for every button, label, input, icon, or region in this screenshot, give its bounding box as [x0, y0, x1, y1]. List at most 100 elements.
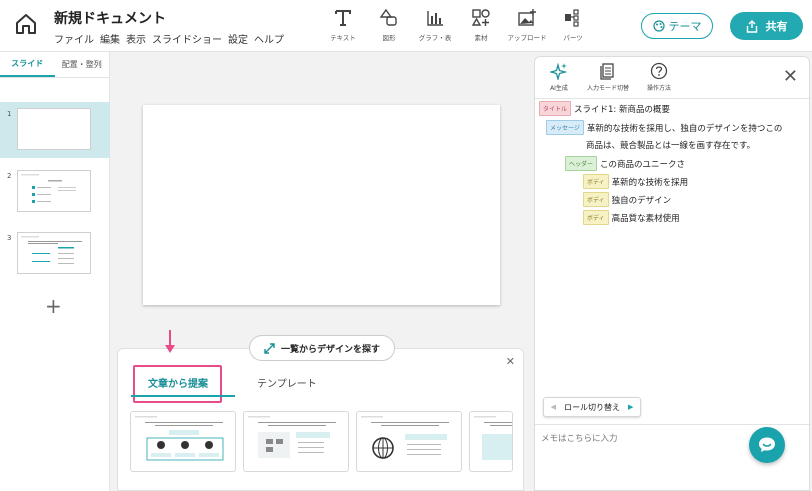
outline-text[interactable]: 革新的な技術を採用	[612, 176, 689, 188]
tab-arrange[interactable]: 配置・整列	[55, 52, 110, 77]
design-card[interactable]	[469, 411, 513, 472]
design-cards	[130, 411, 513, 472]
thumbnail-preview	[21, 236, 82, 264]
outline-text[interactable]: 商品は、競合製品とは一線を画す存在です。	[586, 139, 755, 151]
chat-support-button[interactable]	[749, 427, 785, 463]
role-tag-body[interactable]: ボディ	[583, 192, 609, 207]
chat-icon	[759, 437, 775, 452]
document-title[interactable]: 新規ドキュメント	[54, 8, 166, 28]
outline-text[interactable]: 高品質な素材使用	[612, 212, 680, 224]
outline-item[interactable]: メッセージ 革新的な技術を採用し、独自のデザインを持つこの	[546, 120, 782, 135]
role-tag-body[interactable]: ボディ	[583, 174, 609, 189]
home-icon[interactable]	[14, 12, 38, 36]
parts-tool-button[interactable]: パーツ	[550, 8, 596, 42]
role-tag-body[interactable]: ボディ	[583, 210, 609, 225]
chart-tool-button[interactable]: グラフ・表	[412, 8, 458, 42]
slide-thumbnail[interactable]	[17, 108, 91, 150]
chart-icon	[427, 11, 443, 26]
share-icon	[746, 19, 757, 33]
insert-toolbar: テキスト 図形 グラフ・表 素材 アップロード パーツ	[320, 8, 596, 42]
slide-canvas[interactable]	[143, 105, 500, 305]
app-header: 新規ドキュメント ファイル 編集 表示 スライドショー 設定 ヘルプ テキスト …	[0, 0, 812, 52]
menu-edit[interactable]: 編集	[100, 31, 120, 46]
design-preview	[474, 416, 512, 460]
expand-icon	[264, 342, 275, 354]
close-icon[interactable]: ✕	[506, 355, 515, 368]
tab-templates[interactable]: テンプレート	[257, 375, 317, 390]
chevron-right-icon[interactable]: ▶	[628, 403, 633, 411]
menu-help[interactable]: ヘルプ	[254, 31, 284, 46]
design-preview	[135, 416, 224, 461]
upload-tool-label: アップロード	[507, 34, 547, 42]
slide-number: 3	[7, 234, 12, 242]
slide-thumbnail-row[interactable]: 1	[0, 102, 110, 158]
close-icon[interactable]: ✕	[783, 66, 798, 87]
browse-designs-label: 一覧からデザインを探す	[280, 344, 380, 355]
help-icon	[650, 62, 668, 80]
parts-tool-label: パーツ	[563, 34, 583, 42]
chart-tool-label: グラフ・表	[418, 34, 452, 42]
assets-icon	[471, 9, 490, 26]
slide-thumbnail[interactable]	[17, 170, 91, 212]
text-tool-label: テキスト	[330, 34, 356, 42]
browse-designs-button[interactable]: 一覧からデザインを探す	[249, 335, 395, 361]
menu-file[interactable]: ファイル	[54, 31, 94, 46]
text-tool-button[interactable]: テキスト	[320, 8, 366, 42]
design-preview	[361, 416, 449, 459]
upload-tool-button[interactable]: アップロード	[504, 8, 550, 42]
outline-text[interactable]: 独自のデザイン	[612, 194, 672, 206]
text-icon	[335, 10, 351, 26]
help-button[interactable]: 操作方法	[647, 62, 671, 92]
pointer-arrow-icon	[165, 330, 175, 353]
menu-settings[interactable]: 設定	[228, 31, 248, 46]
slide-number: 1	[7, 110, 12, 118]
ai-generate-button[interactable]: AI生成	[550, 62, 568, 92]
design-suggestion-panel: ✕ 文章から提案 テンプレート	[117, 348, 524, 491]
assets-tool-label: 素材	[474, 34, 488, 42]
design-preview	[248, 416, 336, 458]
add-slide-icon[interactable]: +	[45, 294, 62, 318]
active-tab-indicator	[131, 395, 235, 397]
slide-list-panel: スライド 配置・整列 1 2 3 +	[0, 52, 110, 491]
outline-item[interactable]: ボディ 革新的な技術を採用	[583, 174, 688, 189]
role-toggle-label: ロール切り替え	[564, 402, 620, 412]
shape-tool-button[interactable]: 図形	[366, 8, 412, 42]
slide-thumbnail[interactable]	[17, 232, 91, 274]
slide-thumbnail-row[interactable]: 2	[0, 164, 110, 220]
outline-item[interactable]: ボディ 独自のデザイン	[583, 192, 671, 207]
input-mode-toggle-button[interactable]: 入力モード切替	[587, 62, 629, 92]
menu-slideshow[interactable]: スライドショー	[152, 31, 222, 46]
outline-item[interactable]: ボディ 高品質な素材使用	[583, 210, 680, 225]
share-label: 共有	[765, 20, 788, 33]
tab-suggest-from-text[interactable]: 文章から提案	[148, 375, 208, 390]
memo-input[interactable]: メモはこちらに入力	[541, 432, 618, 444]
upload-image-icon	[518, 9, 536, 26]
design-card[interactable]	[130, 411, 236, 472]
slide-thumbnail-row[interactable]: 3	[0, 226, 110, 282]
document-icon	[600, 63, 614, 80]
outline-text[interactable]: この商品のユニークさ	[600, 158, 685, 170]
design-card[interactable]	[243, 411, 349, 472]
tab-slides[interactable]: スライド	[0, 52, 55, 77]
outline-text[interactable]: 革新的な技術を採用し、独自のデザインを持つこの	[587, 122, 783, 134]
outline-toolbar: AI生成 入力モード切替 操作方法 ✕	[535, 57, 811, 99]
share-button[interactable]: 共有	[730, 12, 803, 40]
slide-number: 2	[7, 172, 12, 180]
outline-item[interactable]: タイトル スライド1: 新商品の概要	[539, 101, 670, 116]
theme-button[interactable]: テーマ	[641, 13, 713, 39]
help-label: 操作方法	[647, 85, 672, 92]
role-tag-title[interactable]: タイトル	[539, 101, 572, 116]
role-tag-message[interactable]: メッセージ	[546, 120, 584, 135]
role-tag-header[interactable]: ヘッダー	[565, 156, 598, 171]
menu-view[interactable]: 表示	[126, 31, 146, 46]
outline-item[interactable]: 商品は、競合製品とは一線を画す存在です。	[586, 139, 755, 151]
chevron-left-icon[interactable]: ◀	[551, 403, 556, 411]
menu-bar: ファイル 編集 表示 スライドショー 設定 ヘルプ	[54, 31, 284, 46]
role-toggle-button[interactable]: ◀ ロール切り替え ▶	[543, 397, 641, 417]
outline-item[interactable]: ヘッダー この商品のユニークさ	[565, 156, 685, 171]
outline-text[interactable]: スライド1: 新商品の概要	[574, 103, 670, 115]
outline-panel: AI生成 入力モード切替 操作方法 ✕ タイトル スライド1: 新商品の概要 メ…	[534, 56, 811, 491]
palette-icon	[652, 20, 665, 32]
assets-tool-button[interactable]: 素材	[458, 8, 504, 42]
design-card[interactable]	[356, 411, 462, 472]
